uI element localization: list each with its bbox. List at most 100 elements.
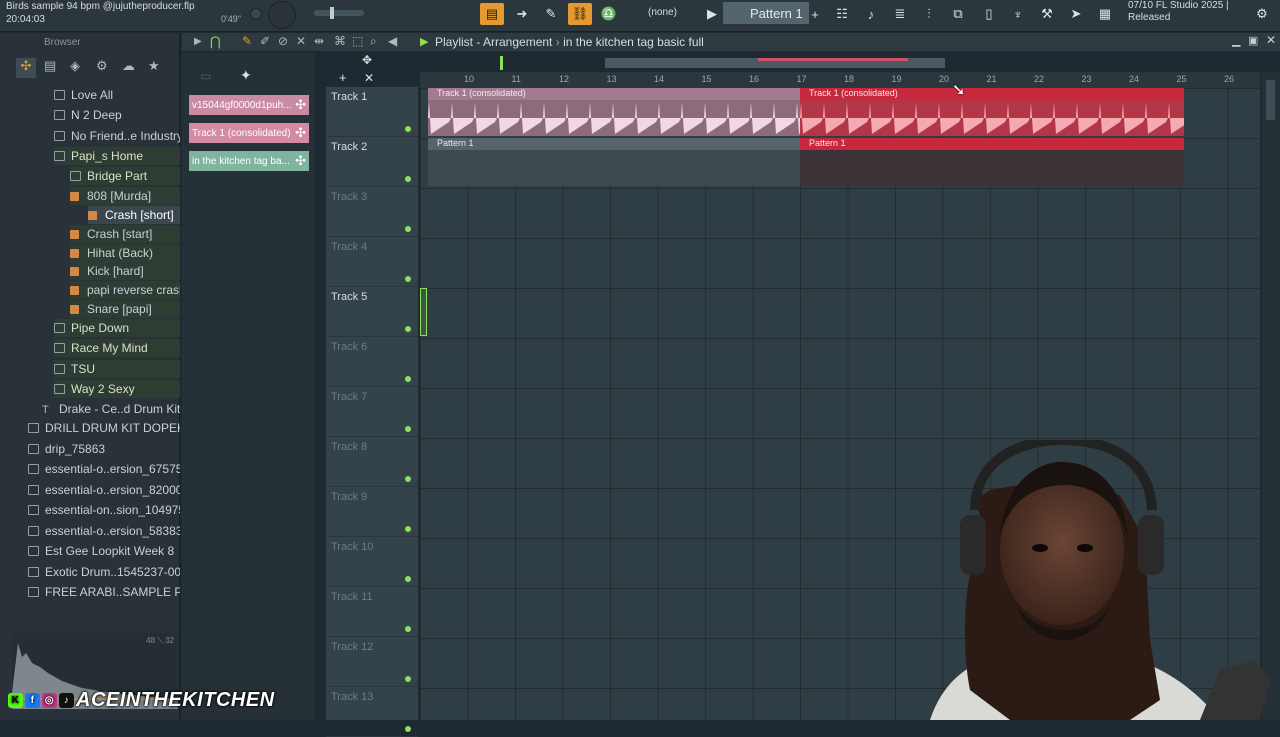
track-mute-led[interactable] [405, 276, 411, 282]
add-pattern-button[interactable]: + [807, 3, 823, 25]
clip-track2-b[interactable]: Pattern 1 [800, 138, 1184, 186]
track-mute-led[interactable] [405, 226, 411, 232]
tempo-slider[interactable] [314, 7, 364, 19]
browser-item[interactable]: TSU [54, 360, 180, 378]
slip-tool-icon[interactable]: ⇹ [314, 34, 324, 48]
browser-item[interactable]: N 2 Deep [54, 106, 180, 124]
track-mute-led[interactable] [405, 576, 411, 582]
track-mute-led[interactable] [405, 476, 411, 482]
drag-handle-icon[interactable]: ✣ [295, 153, 306, 169]
draw-tool-icon[interactable]: ✎ [242, 34, 252, 48]
clip-source-item[interactable]: Track 1 (consolidated) ✣ [189, 123, 309, 143]
browser-file-icon[interactable]: ▤ [44, 58, 56, 74]
browser-item[interactable]: FREE ARABI..SAMPLE PACK [28, 583, 180, 601]
browser-settings-icon[interactable]: ⚙ [96, 58, 108, 74]
track-header[interactable]: Track 10 [326, 537, 418, 587]
mixer-button[interactable]: ⫶ [917, 3, 941, 25]
clip-source-left-icon[interactable]: ▭ [200, 69, 211, 83]
browser-plugin-icon[interactable]: ◈ [70, 58, 80, 74]
clip-track1-a[interactable]: Track 1 (consolidated) [428, 88, 800, 136]
scroll-arrow-icon[interactable]: ✥ [362, 53, 372, 67]
snap-selector[interactable]: (none) [642, 4, 700, 22]
link-button[interactable]: ⛓ [568, 3, 592, 25]
browser-item[interactable]: 808 [Murda] [70, 187, 180, 205]
browser-toggle-button[interactable]: ≣ [888, 3, 912, 25]
close-x-icon[interactable]: ✕ [364, 71, 374, 85]
select-tool-icon[interactable]: ⬚ [352, 34, 363, 48]
clip-track2-a[interactable]: Pattern 1 [428, 138, 800, 186]
track-header[interactable]: Track 6 [326, 337, 418, 387]
channel-rack-button[interactable]: ☷ [830, 3, 854, 25]
browser-star-icon[interactable]: ★ [148, 58, 160, 74]
tools-button[interactable]: ⚒ [1035, 3, 1059, 25]
track-header[interactable]: Track 1 [326, 87, 418, 137]
track-mute-led[interactable] [405, 376, 411, 382]
browser-item[interactable]: Exotic Drum..1545237-001 [28, 563, 180, 581]
send-button[interactable]: ➤ [1064, 3, 1088, 25]
project-button[interactable]: ▯ [977, 3, 1001, 25]
song-position-marker[interactable] [500, 56, 503, 70]
step-forward-button[interactable]: ➜ [510, 3, 534, 25]
browser-item[interactable]: Kick [hard] [70, 262, 180, 280]
add-track-icon[interactable]: + [339, 70, 347, 85]
track-mute-led[interactable] [405, 676, 411, 682]
browser-cloud-icon[interactable]: ☁ [122, 58, 135, 74]
browser-item[interactable]: Crash [short] [88, 206, 180, 224]
track-header[interactable]: Track 12 [326, 637, 418, 687]
paint-tool-icon[interactable]: ✐ [260, 34, 270, 48]
track-header[interactable]: Track 7 [326, 387, 418, 437]
browser-all-icon[interactable]: ✣ [16, 58, 36, 78]
pen-tool-button[interactable]: ✎ [539, 3, 563, 25]
browser-item[interactable]: Way 2 Sexy [54, 380, 180, 398]
pattern-selector[interactable]: Pattern 1 [723, 2, 809, 24]
track-mute-led[interactable] [405, 176, 411, 182]
browser-item[interactable]: essential-o..ersion_67575 [28, 460, 180, 478]
track-header[interactable]: Track 11 [326, 587, 418, 637]
browser-item[interactable]: Pipe Down [54, 319, 180, 337]
browser-item[interactable]: Crash [start] [70, 225, 180, 243]
speaker-tool-icon[interactable]: ◀ [388, 34, 397, 48]
store-button[interactable]: ▦ [1093, 3, 1117, 25]
browser-item[interactable]: drip_75863 [28, 440, 180, 458]
drag-handle-icon[interactable]: ✣ [295, 125, 306, 141]
master-volume-knob[interactable] [250, 8, 262, 20]
track-header[interactable]: Track 5 [326, 287, 418, 337]
track-header[interactable]: Track 13 [326, 687, 418, 737]
track-mute-led[interactable] [405, 426, 411, 432]
playlist-view-button[interactable]: ▤ [480, 3, 504, 25]
tuner-button[interactable]: ♆ [1006, 3, 1030, 25]
browser-item[interactable]: T Drake - Ce..d Drum Kit [42, 400, 180, 418]
delete-tool-icon[interactable]: ⊘ [278, 34, 288, 48]
playlist-menu-arrow[interactable]: ▶ [194, 36, 202, 47]
scroll-thumb[interactable] [1266, 80, 1275, 120]
browser-item[interactable]: No Friend..e Industry [54, 127, 180, 145]
browser-item[interactable]: Bridge Part [70, 167, 180, 185]
mute-tool-icon[interactable]: ✕ [296, 34, 306, 48]
browser-item[interactable]: essential-o..ersion_82000 [28, 481, 180, 499]
timeline-ruler[interactable]: 10 11 12 13 14 15 16 17 18 19 20 21 22 23 24 25 26 [420, 56, 1260, 88]
metronome-button[interactable]: ♎ [597, 3, 621, 25]
playhead-selection[interactable] [420, 288, 427, 336]
track-mute-led[interactable] [405, 126, 411, 132]
track-header[interactable]: Track 3 [326, 187, 418, 237]
slice-tool-icon[interactable]: ⌘ [334, 34, 346, 48]
minimize-button[interactable]: ▁ [1232, 34, 1240, 47]
clip-source-item[interactable]: v15044gf0000d1puh... ✣ [189, 95, 309, 115]
system-button[interactable]: ⚙ [1250, 3, 1274, 25]
browser-item[interactable]: essential-o..ersion_58383 [28, 522, 180, 540]
track-header[interactable]: Track 4 [326, 237, 418, 287]
magnet-icon[interactable]: ⋂ [210, 34, 221, 50]
playlist-play-icon[interactable]: ▶ [420, 35, 428, 48]
clip-source-item[interactable]: in the kitchen tag ba... ✣ [189, 151, 309, 171]
pattern-play-button[interactable]: ▶ [703, 3, 721, 25]
waveform-source-icon[interactable]: ✦ [240, 67, 252, 84]
arrangement-name[interactable]: in the kitchen tag basic full [563, 35, 704, 49]
clip-track1-b[interactable]: Track 1 (consolidated) [800, 88, 1184, 136]
browser-item[interactable]: Est Gee Loopkit Week 8 [28, 542, 180, 560]
browser-item[interactable]: papi reverse crash [70, 281, 180, 299]
close-icon[interactable]: ✕ [1266, 33, 1276, 47]
browser-item[interactable]: Snare [papi] [70, 300, 180, 318]
master-pitch-knob[interactable] [268, 1, 296, 29]
track-mute-led[interactable] [405, 526, 411, 532]
browser-item[interactable]: Hihat (Back) [70, 244, 180, 262]
